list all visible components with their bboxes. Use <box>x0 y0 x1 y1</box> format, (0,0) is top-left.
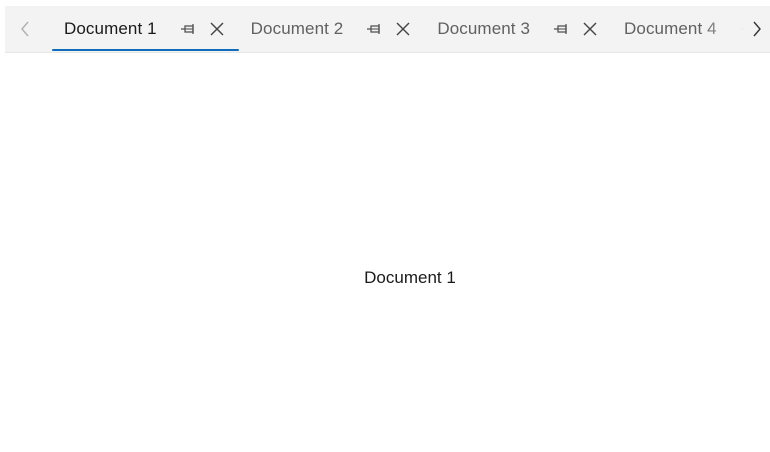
tab-content-text: Document 1 <box>364 268 456 287</box>
tab-label: Document 2 <box>250 19 344 38</box>
chevron-left-icon <box>21 21 29 37</box>
close-button[interactable] <box>576 15 604 43</box>
pin-button[interactable] <box>548 15 576 43</box>
tab-label: Document 3 <box>437 19 531 38</box>
tab-document-2[interactable]: Document 2 <box>239 6 426 52</box>
pin-button[interactable] <box>175 15 203 43</box>
scroll-right-button[interactable] <box>744 6 770 52</box>
close-button[interactable] <box>389 15 417 43</box>
close-icon <box>583 22 597 36</box>
tab-strip: Document 1 Document 2 Document 3 Documen… <box>5 6 770 53</box>
close-button[interactable] <box>203 15 231 43</box>
close-icon <box>396 22 410 36</box>
pin-icon <box>554 24 567 34</box>
pin-icon <box>180 24 194 34</box>
pin-icon <box>367 24 380 34</box>
pin-button[interactable] <box>361 15 389 43</box>
chevron-right-icon <box>753 21 761 37</box>
tab-overflow-fade <box>704 6 744 52</box>
tab-list: Document 1 Document 2 Document 3 Documen… <box>52 6 770 52</box>
scroll-left-button[interactable] <box>5 6 45 52</box>
tab-document-1[interactable]: Document 1 <box>52 6 239 52</box>
tab-label: Document 4 <box>624 19 717 38</box>
tab-label: Document 1 <box>64 19 157 38</box>
close-icon <box>210 22 224 36</box>
tab-document-3[interactable]: Document 3 <box>425 6 612 52</box>
